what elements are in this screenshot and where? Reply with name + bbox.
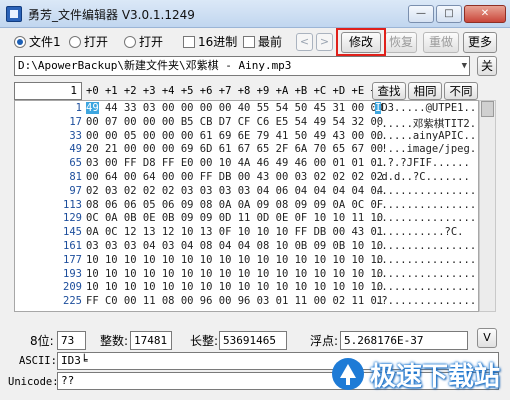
hex-bytes-rest: 44 33 03 00 00 00 00 40 55 54 50 45 31 0… <box>98 102 384 114</box>
hex-offset: 145 <box>63 226 82 239</box>
hex-offset: 129 <box>63 212 82 225</box>
more-button[interactable]: 更多 <box>463 32 497 53</box>
address-input[interactable]: 1 <box>14 82 82 100</box>
ascii-column-row[interactable]: !...image/jpeg. <box>375 143 476 155</box>
close-button[interactable]: ✕ <box>464 5 506 23</box>
hex-bytes-row[interactable]: 49 44 33 03 00 00 00 00 40 55 54 50 45 3… <box>86 102 383 114</box>
selected-byte[interactable]: 49 <box>86 102 99 114</box>
hex-bytes-row[interactable]: 10 10 10 10 10 10 10 10 10 10 10 10 10 1… <box>86 254 383 266</box>
label-8bit: 8位: <box>30 334 54 348</box>
checkbox-icon <box>243 36 255 48</box>
field-long[interactable]: 53691465 <box>219 331 287 350</box>
hex-offset: 225 <box>63 295 82 308</box>
hex-bytes-row[interactable]: 02 03 02 02 02 03 03 03 03 04 06 04 04 0… <box>86 185 383 197</box>
field-int[interactable]: 17481 <box>130 331 172 350</box>
view-button[interactable]: V <box>477 328 497 348</box>
radio-unchecked-icon <box>124 36 136 48</box>
ascii-column-row[interactable]: ................ <box>375 240 476 252</box>
ascii-column-row[interactable]: ......邓紫棋TIT2. <box>375 116 476 131</box>
ascii-label: ASCII: <box>19 355 57 367</box>
column-header: +0 +1 +2 +3 +4 +5 +6 +7 +8 +9 +A +B +C +… <box>86 85 384 97</box>
field-8bit[interactable]: 73 <box>57 331 86 350</box>
same-button[interactable]: 相同 <box>408 82 442 100</box>
ascii-column-row[interactable]: ................ <box>375 268 476 280</box>
hex-bytes-row[interactable]: 03 00 FF D8 FF E0 00 10 4A 46 49 46 00 0… <box>86 157 383 169</box>
ascii-column-row[interactable]: ................ <box>375 281 476 293</box>
hex-offset: 177 <box>63 253 82 266</box>
ascii-column-row[interactable]: ................ <box>375 185 476 197</box>
radio-open2[interactable]: 打开 <box>124 32 163 52</box>
hex-offset: 193 <box>63 267 82 280</box>
hex-offset: 81 <box>69 171 82 183</box>
hex-bytes-row[interactable]: 10 10 10 10 10 10 10 10 10 10 10 10 10 1… <box>86 281 383 293</box>
hex-offset: 33 <box>69 129 82 142</box>
ascii-column-row[interactable]: ................ <box>375 199 476 211</box>
ascii-column-row[interactable]: .d.d..?C....... <box>375 171 470 183</box>
hex-bytes-row[interactable]: 0C 0A 0B 0E 0B 09 09 0D 11 0D 0E 0F 10 1… <box>86 212 383 224</box>
title-bar: 勇芳_文件编辑器 V3.0.1.1249 — □ ✕ <box>0 0 510 28</box>
diff-button[interactable]: 不同 <box>444 82 478 100</box>
radio-checked-icon <box>14 36 26 48</box>
ascii-column-row[interactable]: ..?.?JFIF...... <box>375 157 470 169</box>
ascii-column-row[interactable]: .?.............. <box>375 295 476 307</box>
label-int: 整数: <box>100 334 129 348</box>
ascii-column-row[interactable]: ID3.....@UTPE1.. <box>375 102 476 114</box>
watermark-text: 极速下载站 <box>370 362 501 392</box>
ascii-column-row[interactable]: ......ainyAPIC.. <box>375 130 476 142</box>
hex-offset: 97 <box>69 184 82 197</box>
hex-bytes-row[interactable]: 00 00 05 00 00 00 61 69 6E 79 41 50 49 4… <box>86 130 383 142</box>
hex-offset: 161 <box>63 240 82 252</box>
label-long: 长整: <box>190 334 219 348</box>
hex-offset: 113 <box>63 198 82 211</box>
hex-bytes-row[interactable]: 08 06 06 05 06 09 08 0A 0A 09 08 09 09 0… <box>86 199 383 211</box>
watermark: 极速下载站 <box>330 350 508 396</box>
window-title: 勇芳_文件编辑器 V3.0.1.1249 <box>28 8 195 22</box>
close-file-button[interactable]: 关 <box>477 56 497 76</box>
vertical-scrollbar[interactable] <box>479 100 496 312</box>
hex-bytes-row[interactable]: 10 10 10 10 10 10 10 10 10 10 10 10 10 1… <box>86 268 383 280</box>
ascii-rest: D3.....@UTPE1.. <box>381 102 477 114</box>
hex-offset: 209 <box>63 281 82 294</box>
radio-open1[interactable]: 打开 <box>69 32 108 52</box>
minimize-button[interactable]: — <box>408 5 434 23</box>
hex-bytes-row[interactable]: 00 64 00 64 00 00 FF DB 00 43 00 03 02 0… <box>86 171 383 183</box>
hex-bytes-row[interactable]: 0A 0C 12 13 12 10 13 0F 10 10 10 FF DB 0… <box>86 226 383 238</box>
radio-unchecked-icon <box>69 36 81 48</box>
hex-bytes-row[interactable]: 03 03 03 04 03 04 08 04 04 08 10 0B 09 0… <box>86 240 383 252</box>
hex-offset: 65 <box>69 157 82 170</box>
ascii-column-row[interactable]: ...........?C. <box>375 226 464 238</box>
scroll-thumb[interactable] <box>481 101 494 117</box>
hex-bytes-row[interactable]: 00 07 00 00 00 B5 CB D7 CF C6 E5 54 49 5… <box>86 116 383 128</box>
hex-offset: 49 <box>69 143 82 156</box>
ascii-column-row[interactable]: ................ <box>375 254 476 266</box>
hex-bytes-row[interactable]: FF C0 00 11 08 00 96 00 96 03 01 11 00 0… <box>86 295 383 307</box>
chevron-down-icon: ▼ <box>461 61 467 71</box>
highlight-frame <box>336 28 386 56</box>
restore-button[interactable]: 恢复 <box>385 32 417 53</box>
label-float: 浮点: <box>310 334 339 348</box>
nav-next-button[interactable]: > <box>316 33 333 51</box>
checkbox-hex[interactable]: 16进制 <box>183 32 237 52</box>
maximize-button[interactable]: □ <box>436 5 462 23</box>
radio-file1[interactable]: 文件1 <box>14 32 61 52</box>
find-button[interactable]: 查找 <box>372 82 406 100</box>
checkbox-icon <box>183 36 195 48</box>
redo-button[interactable]: 重做 <box>423 32 459 53</box>
watermark-logo-icon <box>332 358 364 390</box>
field-float[interactable]: 5.268176E-37 <box>340 331 468 350</box>
ascii-column-row[interactable]: ................ <box>375 212 476 224</box>
file-path-select[interactable]: D:\ApowerBackup\新建文件夹\邓紫棋 - Ainy.mp3 ▼ <box>14 56 470 76</box>
unicode-label: Unicode: <box>8 376 59 388</box>
hex-offset: 17 <box>69 115 82 128</box>
toolbar: 文件1 打开 打开 16进制 最前 < > 修改 恢复 重做 更多 <box>0 28 510 56</box>
app-icon <box>6 6 22 22</box>
checkbox-front[interactable]: 最前 <box>243 32 282 52</box>
hex-offset: 1 <box>75 102 82 114</box>
nav-prev-button[interactable]: < <box>296 33 313 51</box>
hex-bytes-row[interactable]: 20 21 00 00 00 69 6D 61 67 65 2F 6A 70 6… <box>86 143 383 155</box>
